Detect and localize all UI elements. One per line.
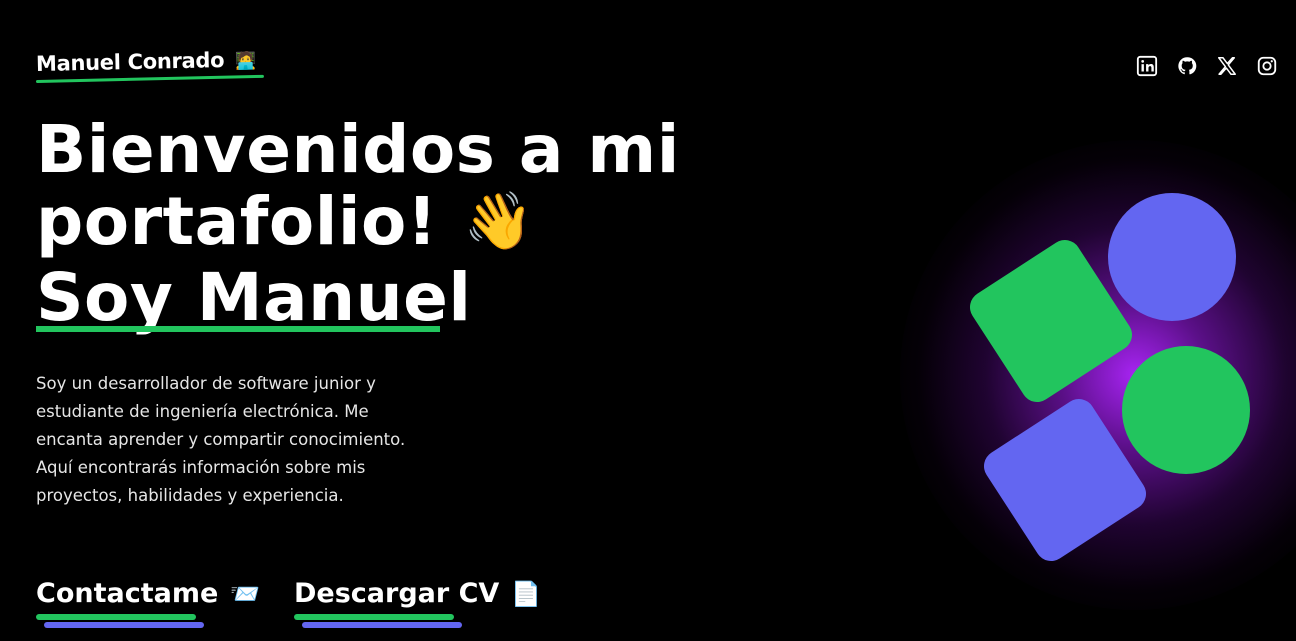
- github-link[interactable]: [1176, 55, 1198, 77]
- contact-underline-green: [36, 614, 196, 620]
- download-cv-button[interactable]: Descargar CV 📄: [294, 578, 542, 628]
- hero-title-line-2: portafolio!: [36, 183, 438, 260]
- instagram-icon: [1257, 56, 1277, 76]
- instagram-link[interactable]: [1256, 55, 1278, 77]
- hero-title: Bienvenidos a mi portafolio! 👋 Soy Manuel: [36, 114, 680, 334]
- contact-button-label: Contactame: [36, 578, 219, 609]
- social-links: [1136, 55, 1278, 77]
- blue-circle: [1108, 193, 1236, 321]
- cv-underline-blue: [302, 622, 462, 628]
- green-circle: [1122, 346, 1250, 474]
- cv-underline-green: [294, 614, 454, 620]
- brand-name: Manuel Conrado: [35, 48, 225, 76]
- portfolio-page: Manuel Conrado 🧑‍💻: [0, 0, 1296, 641]
- contact-button[interactable]: Contactame 📨: [36, 578, 261, 628]
- waving-hand-emoji-icon: 👋: [463, 189, 534, 254]
- hero-title-name: Soy Manuel: [36, 259, 472, 336]
- x-link[interactable]: [1216, 55, 1238, 77]
- linkedin-link[interactable]: [1136, 55, 1158, 77]
- linkedin-icon: [1136, 55, 1158, 77]
- bio-paragraph: Soy un desarrollador de software junior …: [36, 374, 406, 505]
- x-icon: [1218, 57, 1236, 75]
- technologist-emoji-icon: 🧑‍💻: [235, 51, 257, 72]
- brand-logo-link[interactable]: Manuel Conrado 🧑‍💻: [36, 47, 257, 76]
- brand-underline: [35, 74, 264, 83]
- contact-underline-blue: [44, 622, 204, 628]
- name-underline: [36, 326, 440, 332]
- document-icon: 📄: [511, 579, 542, 608]
- download-cv-button-label: Descargar CV: [294, 578, 500, 609]
- envelope-icon: 📨: [230, 579, 261, 608]
- hero-title-line-1: Bienvenidos a mi: [36, 111, 680, 188]
- github-icon: [1178, 57, 1197, 75]
